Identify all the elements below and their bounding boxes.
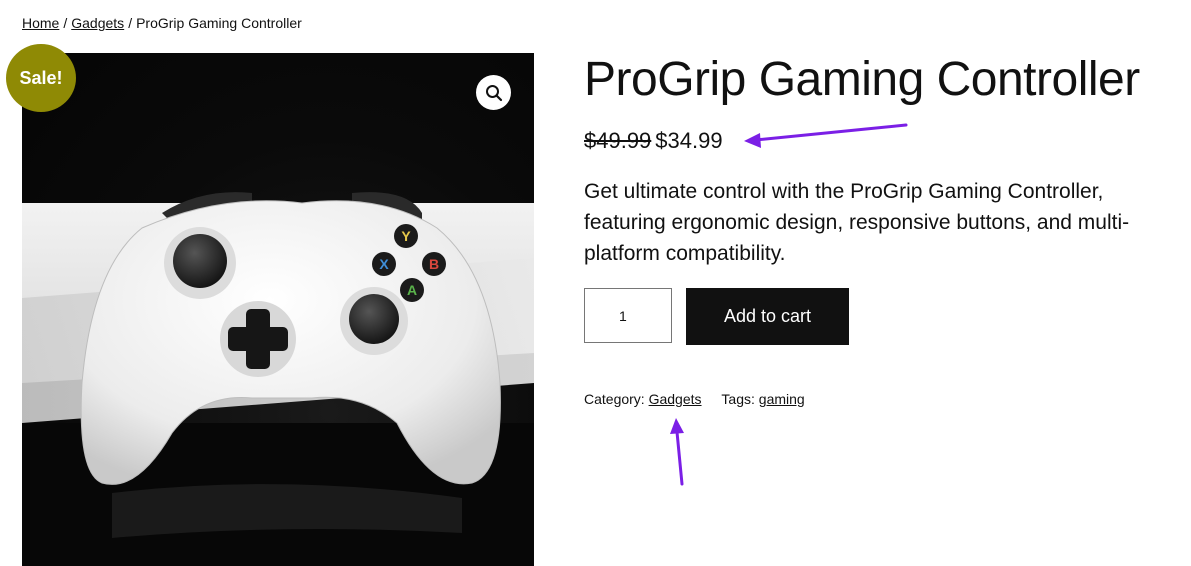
add-to-cart-button[interactable]: Add to cart xyxy=(686,288,849,345)
button-x-letter: X xyxy=(379,256,389,272)
sale-badge: Sale! xyxy=(6,44,76,112)
breadcrumb-current: ProGrip Gaming Controller xyxy=(136,15,302,31)
dpad xyxy=(220,301,296,377)
product-title: ProGrip Gaming Controller xyxy=(584,53,1140,106)
breadcrumb-separator: / xyxy=(128,15,133,31)
product-description: Get ultimate control with the ProGrip Ga… xyxy=(584,180,1130,265)
category-arrow-head xyxy=(670,418,684,434)
breadcrumb-separator: / xyxy=(63,15,68,31)
right-stick xyxy=(349,294,399,344)
tag-link[interactable]: gaming xyxy=(759,391,805,407)
category-label: Category: xyxy=(584,391,645,407)
regular-price: $49.99 xyxy=(584,128,652,153)
category-link[interactable]: Gadgets xyxy=(649,391,702,407)
left-stick xyxy=(173,234,227,288)
button-a-letter: A xyxy=(407,282,417,298)
breadcrumb-category-link[interactable]: Gadgets xyxy=(71,15,124,31)
product-price: $49.99 $34.99 xyxy=(584,128,723,154)
zoom-button[interactable] xyxy=(476,75,511,110)
controller-photo: Y B X A xyxy=(22,192,534,566)
breadcrumb-home-link[interactable]: Home xyxy=(22,15,59,31)
product-image[interactable]: Y B X A xyxy=(22,53,534,566)
magnifier-icon xyxy=(485,84,502,101)
button-b-letter: B xyxy=(429,256,439,272)
price-arrow-head xyxy=(744,133,761,148)
breadcrumb: Home / Gadgets / ProGrip Gaming Controller xyxy=(22,15,302,31)
button-y-letter: Y xyxy=(401,228,411,244)
tags-label: Tags: xyxy=(721,391,755,407)
product-meta: Category: Gadgets Tags: gaming xyxy=(584,391,805,407)
sale-price: $34.99 xyxy=(655,128,723,153)
price-arrow xyxy=(754,123,908,142)
category-arrow xyxy=(675,430,684,486)
quantity-input[interactable]: 1 xyxy=(584,288,672,343)
